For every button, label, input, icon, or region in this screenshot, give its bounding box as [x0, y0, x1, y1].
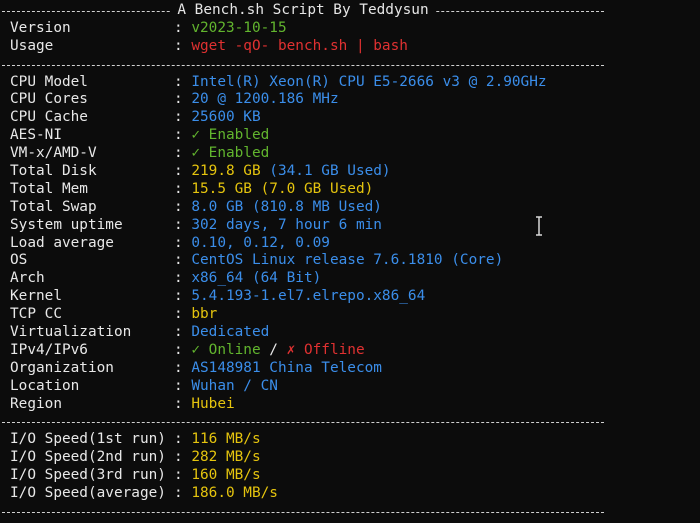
- header-separator: A Bench.sh Script By Teddysun: [0, 2, 700, 20]
- ipv4-status: ✓ Online: [191, 341, 261, 358]
- total-mem-value: 15.5 GB: [191, 180, 252, 197]
- cpu-model-value: Intel(R) Xeon(R) CPU E5-2666 v3 @ 2.90GH…: [191, 73, 547, 90]
- version-value: v2023-10-15: [191, 19, 287, 36]
- ip-stack-row: IPv4/IPv6: ✓ Online / ✗ Offline: [10, 341, 365, 358]
- total-disk-row: Total Disk: 219.8 GB (34.1 GB Used): [10, 163, 391, 180]
- region-value: Hubei: [191, 395, 235, 412]
- virtualization-value: Dedicated: [191, 324, 270, 341]
- separator-line: [0, 503, 700, 521]
- tcp-cc-row: TCP CC: bbr: [10, 306, 218, 323]
- location-value: Wuhan / CN: [191, 377, 278, 394]
- io-speed-average-value: 186.0 MB/s: [191, 485, 278, 502]
- total-swap-value: 8.0 GB (810.8 MB Used): [191, 198, 382, 215]
- virtualization-row: Virtualization: Dedicated: [10, 324, 270, 341]
- usage-value: wget -qO- bench.sh | bash: [191, 37, 408, 54]
- row-label: Organization: [10, 359, 114, 376]
- row-label: System uptime: [10, 216, 123, 233]
- io-speed-average-row: I/O Speed(average): 186.0 MB/s: [10, 485, 278, 502]
- aes-ni-value: ✓ Enabled: [191, 127, 270, 144]
- io-speed-value: 282 MB/s: [191, 449, 261, 466]
- row-label: Region: [10, 395, 62, 412]
- row-label: Total Mem: [10, 180, 88, 197]
- io-speed-row: I/O Speed(3rd run): 160 MB/s: [10, 467, 261, 484]
- row-label: Load average: [10, 234, 114, 251]
- total-disk-value: 219.8 GB: [191, 163, 261, 180]
- cpu-cache-row: CPU Cache: 25600 KB: [10, 109, 261, 126]
- row-label: CPU Cache: [10, 109, 88, 126]
- uptime-value: 302 days, 7 hour 6 min: [191, 216, 382, 233]
- total-mem-used: (7.0 GB Used): [251, 180, 374, 197]
- load-average-row: Load average: 0.10, 0.12, 0.09: [10, 234, 330, 251]
- separator-line: [0, 413, 700, 431]
- ipv6-status: ✗ Offline: [286, 341, 365, 358]
- row-label: CPU Model: [10, 73, 88, 90]
- row-label: I/O Speed(average): [10, 485, 166, 502]
- total-swap-row: Total Swap: 8.0 GB (810.8 MB Used): [10, 198, 382, 215]
- io-speed-value: 116 MB/s: [191, 431, 261, 448]
- load-average-value: 0.10, 0.12, 0.09: [191, 234, 330, 251]
- tcp-cc-value: bbr: [191, 306, 218, 323]
- region-row: Region: Hubei: [10, 395, 235, 412]
- cpu-model-row: CPU Model: Intel(R) Xeon(R) CPU E5-2666 …: [10, 73, 547, 90]
- row-label: IPv4/IPv6: [10, 341, 88, 358]
- row-label: I/O Speed(3rd run): [10, 467, 166, 484]
- row-label: AES-NI: [10, 127, 62, 144]
- arch-value: x86_64 (64 Bit): [191, 270, 322, 287]
- text-cursor-icon: [536, 216, 542, 236]
- ip-divider: /: [260, 341, 287, 358]
- usage-row: Usage: wget -qO- bench.sh | bash: [10, 37, 408, 54]
- row-label: CPU Cores: [10, 91, 88, 108]
- io-speed-value: 160 MB/s: [191, 467, 261, 484]
- io-speed-row: I/O Speed(1st run): 116 MB/s: [10, 431, 261, 448]
- os-value: CentOS Linux release 7.6.1810 (Core): [191, 252, 504, 269]
- row-label: VM-x/AMD-V: [10, 145, 97, 162]
- cpu-cache-value: 25600 KB: [191, 109, 261, 126]
- total-disk-used: (34.1 GB Used): [260, 163, 391, 180]
- version-row: Version: v2023-10-15: [10, 19, 287, 36]
- row-label: Location: [10, 377, 80, 394]
- terminal-window[interactable]: A Bench.sh Script By Teddysun Version: v…: [0, 0, 700, 523]
- row-label: Total Disk: [10, 163, 97, 180]
- kernel-value: 5.4.193-1.el7.elrepo.x86_64: [191, 288, 426, 305]
- os-row: OS: CentOS Linux release 7.6.1810 (Core): [10, 252, 504, 269]
- row-label: I/O Speed(1st run): [10, 431, 166, 448]
- row-label: Virtualization: [10, 324, 132, 341]
- vmx-row: VM-x/AMD-V: ✓ Enabled: [10, 145, 270, 162]
- row-label: Kernel: [10, 288, 62, 305]
- cpu-cores-value: 20 @ 1200.186 MHz: [191, 91, 339, 108]
- organization-value: AS148981 China Telecom: [191, 359, 382, 376]
- aes-ni-row: AES-NI: ✓ Enabled: [10, 127, 270, 144]
- kernel-row: Kernel: 5.4.193-1.el7.elrepo.x86_64: [10, 288, 426, 305]
- row-label: OS: [10, 252, 28, 269]
- row-label: I/O Speed(2nd run): [10, 449, 166, 466]
- io-speed-row: I/O Speed(2nd run): 282 MB/s: [10, 449, 261, 466]
- row-label: TCP CC: [10, 306, 62, 323]
- separator-line: [0, 56, 700, 74]
- cpu-cores-row: CPU Cores: 20 @ 1200.186 MHz: [10, 91, 339, 108]
- row-label: Total Swap: [10, 198, 97, 215]
- row-label: Arch: [10, 270, 45, 287]
- row-label: Usage: [10, 37, 54, 54]
- total-mem-row: Total Mem: 15.5 GB (7.0 GB Used): [10, 180, 374, 197]
- arch-row: Arch: x86_64 (64 Bit): [10, 270, 322, 287]
- organization-row: Organization: AS148981 China Telecom: [10, 359, 382, 376]
- script-title: A Bench.sh Script By Teddysun: [171, 2, 435, 18]
- uptime-row: System uptime: 302 days, 7 hour 6 min: [10, 216, 382, 233]
- location-row: Location: Wuhan / CN: [10, 377, 278, 394]
- row-label: Version: [10, 19, 71, 36]
- vmx-value: ✓ Enabled: [191, 145, 270, 162]
